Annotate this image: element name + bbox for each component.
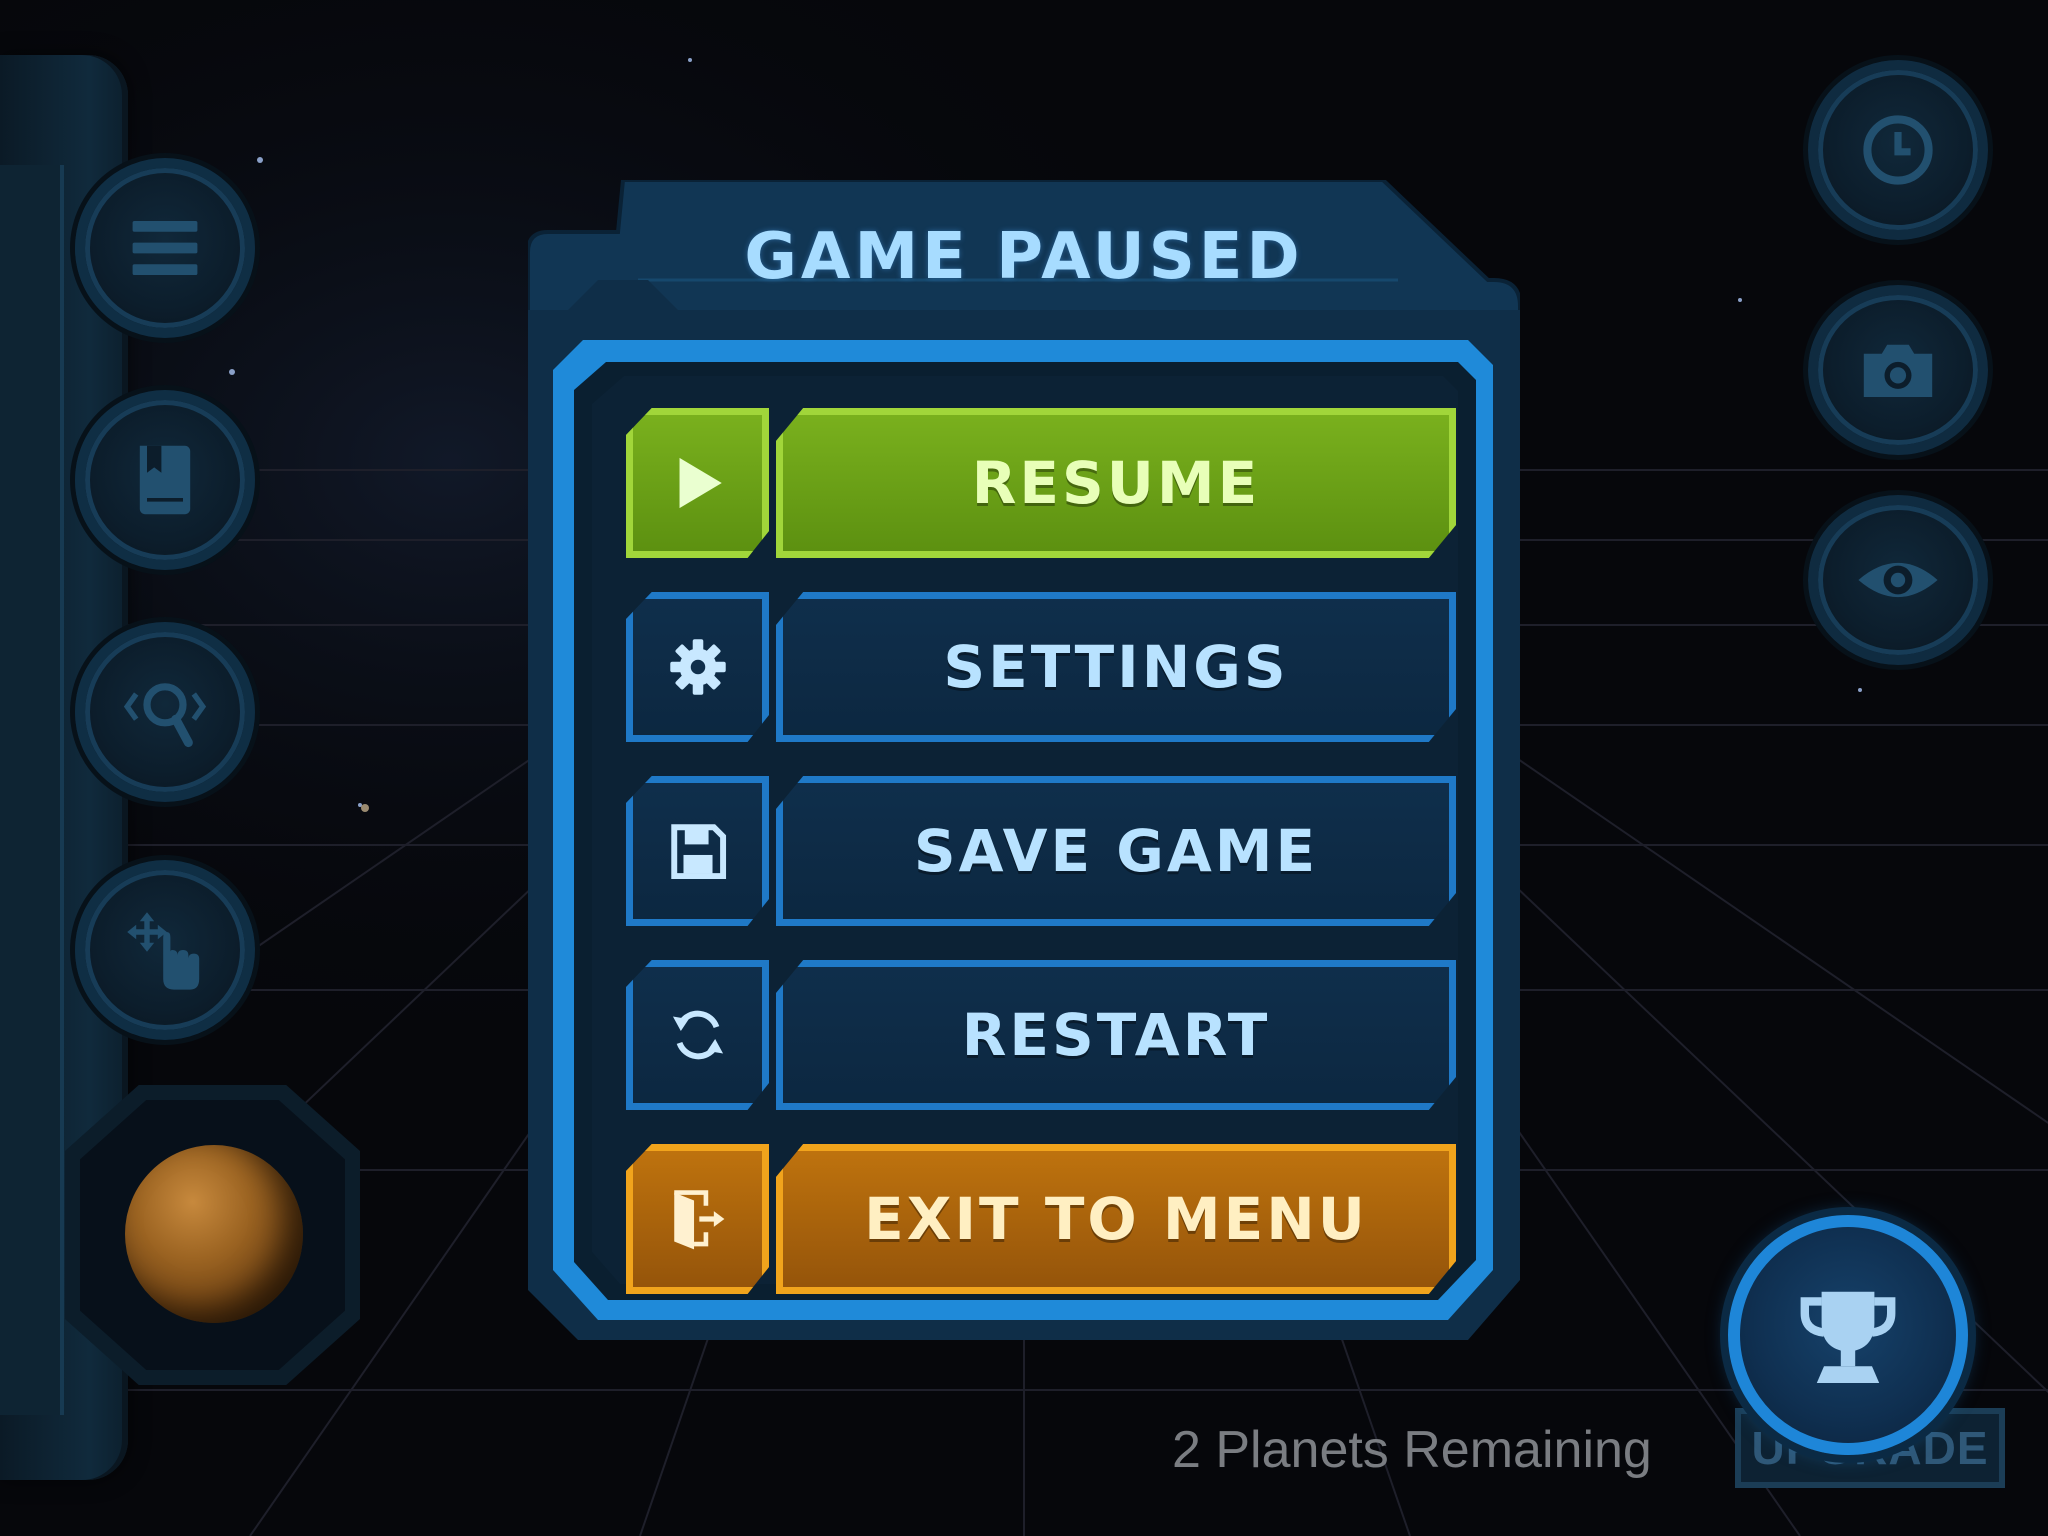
settings-icon-tile[interactable] — [626, 592, 769, 742]
zoom-button[interactable] — [75, 622, 255, 802]
exit-to-menu-button[interactable]: EXIT TO MENU — [626, 1144, 1456, 1294]
menu-icon — [132, 221, 198, 275]
book-icon — [139, 445, 191, 515]
resume-label: RESUME — [971, 449, 1261, 517]
menu-button[interactable] — [75, 158, 255, 338]
resume-button[interactable]: RESUME — [626, 408, 1456, 558]
restart-button[interactable]: RESTART — [626, 960, 1456, 1110]
pause-dialog: GAME PAUSED RESUME SETTINGS SAVE GAME RE… — [528, 180, 1520, 1355]
restart-label-tile[interactable]: RESTART — [776, 960, 1456, 1110]
floppy-disk-icon — [670, 824, 726, 880]
achievements-button[interactable] — [1728, 1215, 1968, 1455]
save-game-button[interactable]: SAVE GAME — [626, 776, 1456, 926]
zoom-icon — [123, 683, 207, 748]
pause-dialog-title: GAME PAUSED — [744, 220, 1304, 294]
restart-icon-tile[interactable] — [626, 960, 769, 1110]
exit-to-menu-label-tile[interactable]: EXIT TO MENU — [776, 1144, 1456, 1294]
save-game-icon-tile[interactable] — [626, 776, 769, 926]
resume-label-tile[interactable]: RESUME — [776, 408, 1456, 558]
codex-button[interactable] — [75, 390, 255, 570]
restart-icon — [672, 1010, 723, 1060]
gear-icon — [669, 639, 726, 695]
restart-label: RESTART — [961, 1001, 1271, 1069]
settings-label-tile[interactable]: SETTINGS — [776, 592, 1456, 742]
exit-icon-tile[interactable] — [626, 1144, 769, 1294]
planets-remaining-text: 2 Planets Remaining — [1172, 1421, 1652, 1479]
camera-icon — [1863, 344, 1933, 397]
save-game-label: SAVE GAME — [913, 817, 1319, 885]
resume-icon-tile[interactable] — [626, 408, 769, 558]
exit-door-icon — [673, 1190, 724, 1250]
clock-icon — [1863, 115, 1933, 185]
left-toolbar-track — [0, 165, 64, 1415]
planet-icon[interactable] — [125, 1145, 303, 1323]
settings-button[interactable]: SETTINGS — [626, 592, 1456, 742]
camera-button[interactable] — [1808, 285, 1988, 455]
view-button[interactable] — [1808, 495, 1988, 665]
trophy-icon — [1800, 1291, 1896, 1383]
exit-to-menu-label: EXIT TO MENU — [864, 1185, 1368, 1253]
move-gesture-icon — [127, 912, 200, 990]
play-icon — [679, 457, 722, 509]
settings-label: SETTINGS — [943, 633, 1289, 701]
save-game-label-tile[interactable]: SAVE GAME — [776, 776, 1456, 926]
time-button[interactable] — [1808, 60, 1988, 240]
move-button[interactable] — [75, 860, 255, 1040]
eye-icon — [1858, 562, 1938, 598]
